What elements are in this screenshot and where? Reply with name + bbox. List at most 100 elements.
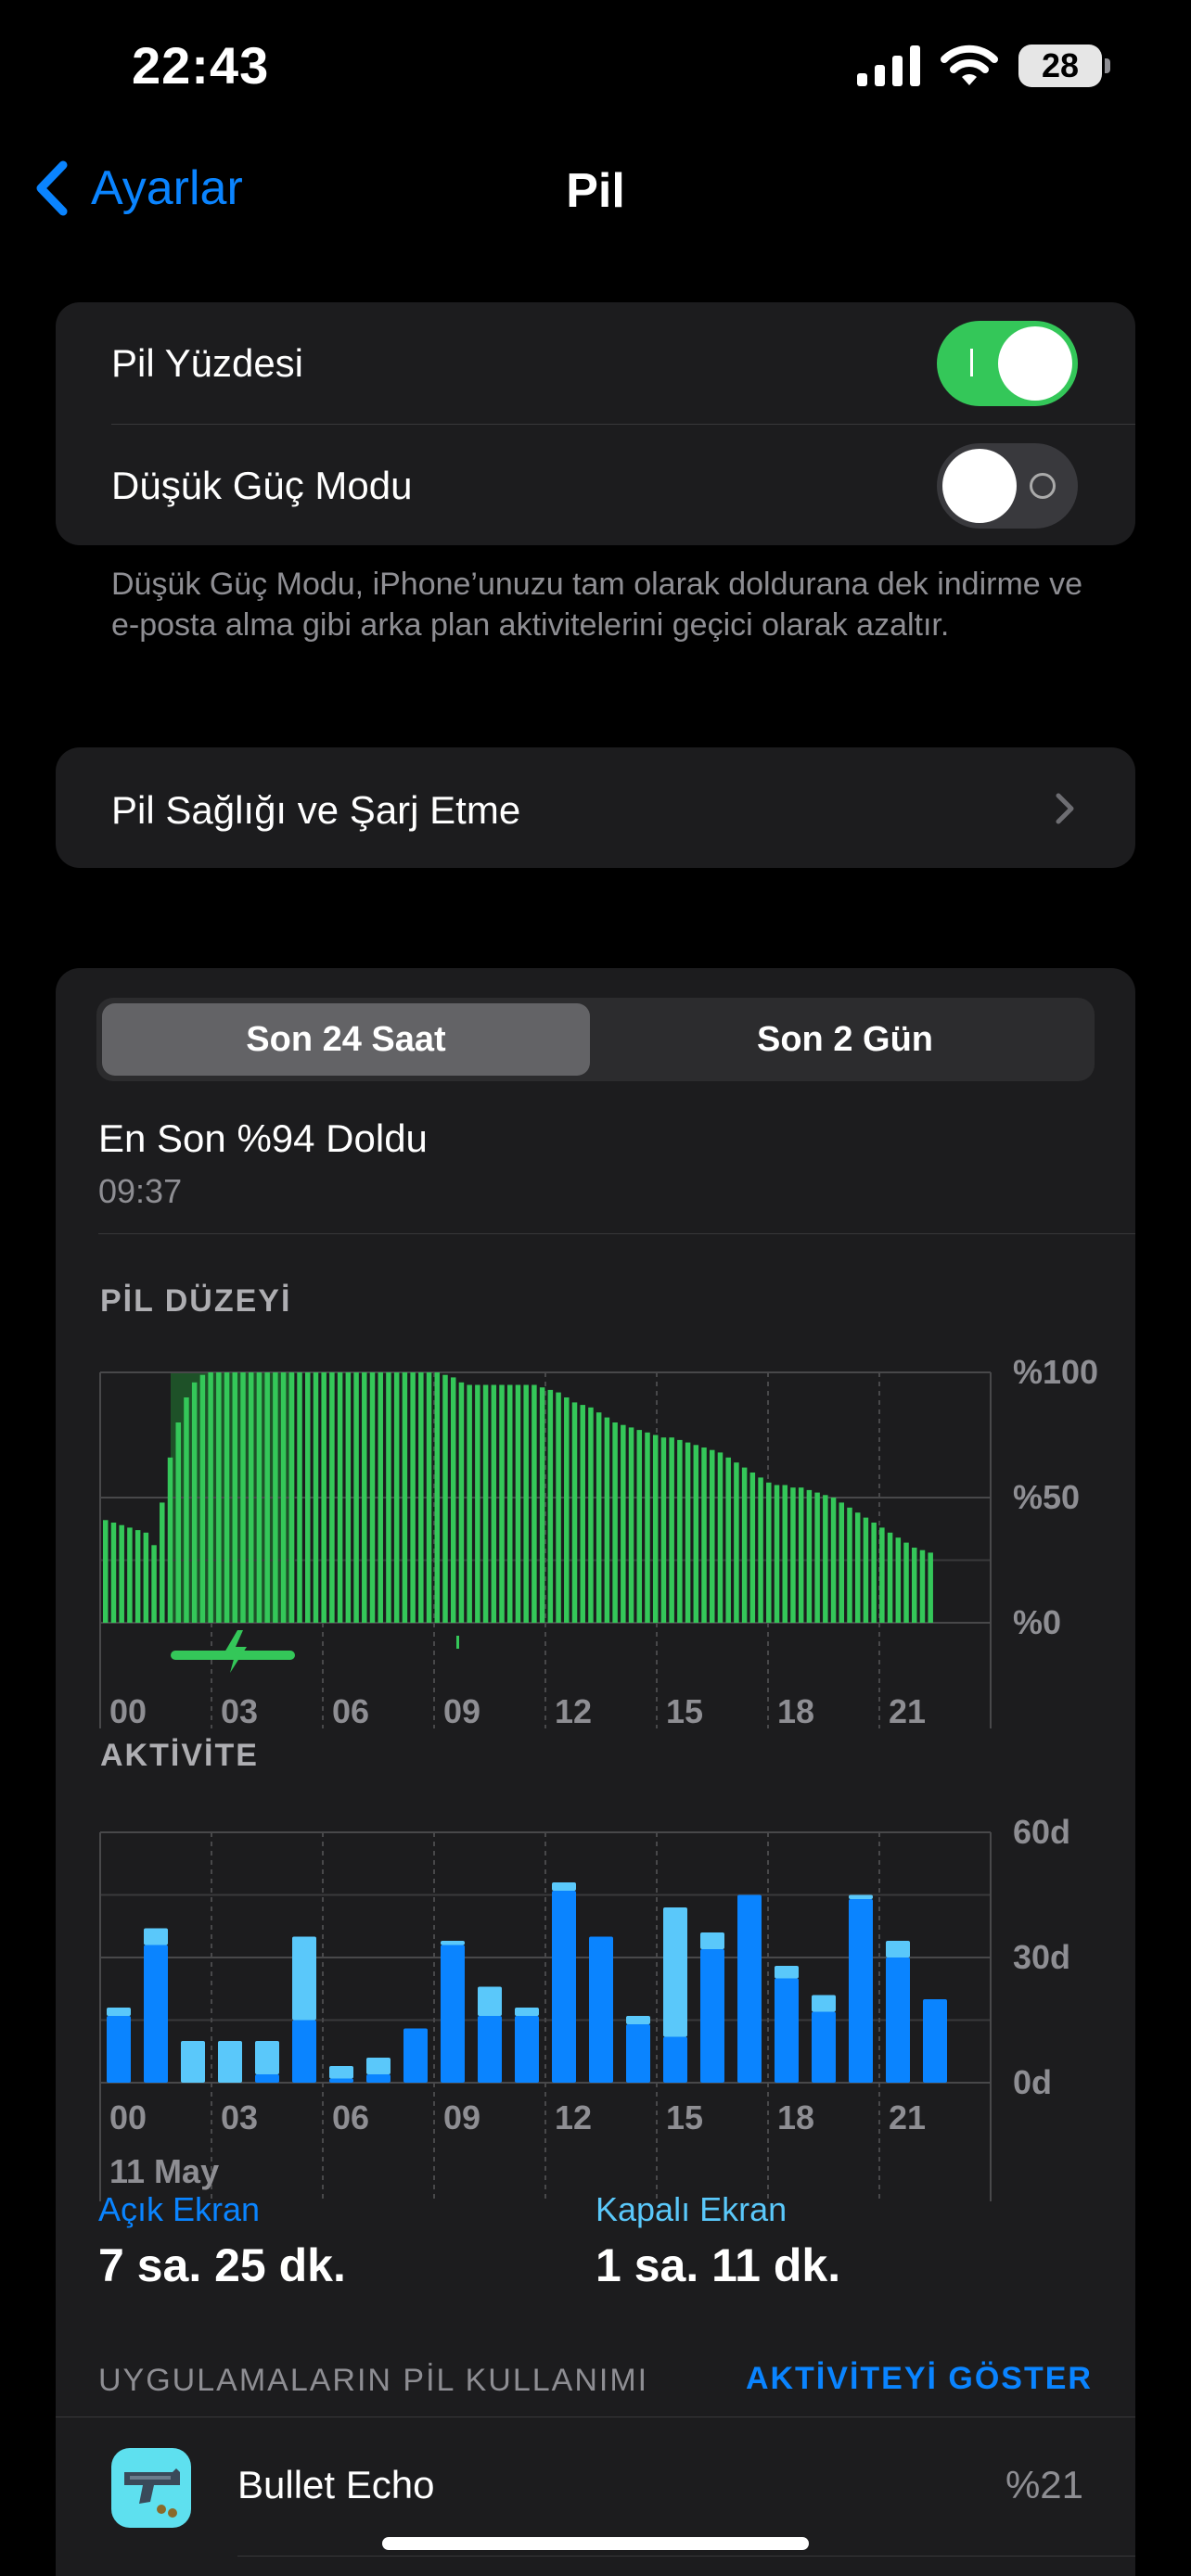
battery-level-bar (110, 1523, 117, 1623)
low-power-footnote: Düşük Güç Modu, iPhone’unuzu tam olarak … (111, 567, 1083, 643)
battery-level-bar (305, 1372, 311, 1623)
home-indicator[interactable] (382, 2537, 809, 2550)
screen-on-bar (626, 2024, 650, 2083)
screen-off-bar (478, 1986, 502, 2016)
battery-level-bar (119, 1524, 124, 1623)
status-icons: 28 (857, 45, 1110, 87)
chevron-right-icon (1056, 793, 1074, 824)
low-power-mode-toggle[interactable] (937, 443, 1078, 529)
charging-bolt-icon (224, 1630, 247, 1673)
battery-health-label: Pil Sağlığı ve Şarj Etme (111, 788, 521, 832)
screen-off-bar (218, 2041, 242, 2083)
screen-off-bar (144, 1928, 168, 1945)
screen-off-bar (515, 2008, 539, 2016)
battery-level-bar (547, 1389, 554, 1623)
battery-level-bar (313, 1372, 319, 1623)
battery-level-bar (564, 1397, 570, 1623)
screen-off-bar (663, 1907, 687, 2037)
screen-on-bar (441, 1945, 465, 2083)
battery-level-bar (442, 1374, 448, 1623)
battery-level-bar (369, 1372, 376, 1623)
screen-on-bar (144, 1945, 168, 2083)
battery-level-bar (475, 1384, 480, 1623)
screen-on-bar (700, 1949, 724, 2083)
battery-percentage-toggle[interactable] (937, 321, 1078, 406)
battery-level-bar (871, 1523, 877, 1623)
x-tick-label: 03 (221, 1692, 258, 1730)
battery-level-bar (798, 1487, 804, 1623)
battery-level-bar (839, 1502, 845, 1623)
battery-level-bar (297, 1372, 302, 1623)
battery-level-bar (749, 1473, 756, 1623)
screen-off-bar (366, 2058, 391, 2074)
app-percentage: %21 (1005, 2463, 1083, 2506)
battery-level-bar (919, 1549, 926, 1623)
show-activity-button[interactable]: AKTİVİTEYİ GÖSTER (746, 2361, 1093, 2397)
screen-on-value: 7 sa. 25 dk. (98, 2239, 346, 2291)
battery-settings-card: Pil Yüzdesi Düşük Güç Modu (56, 302, 1135, 545)
battery-level-bar (814, 1492, 820, 1623)
battery-level-bar (652, 1435, 659, 1623)
battery-level-bar (734, 1462, 739, 1623)
battery-level-bar (774, 1485, 780, 1623)
x-tick-label: 21 (889, 2098, 926, 2136)
battery-level-bar (677, 1439, 683, 1623)
battery-level-bar (450, 1377, 456, 1623)
screen-on-bar (923, 1999, 947, 2083)
toggle-off-mark-icon (1030, 473, 1056, 499)
battery-level-bar (232, 1372, 238, 1623)
screen-on-bar (663, 2036, 687, 2083)
activity-title: AKTİVİTE (100, 1738, 259, 1773)
battery-level-bar (515, 1384, 521, 1623)
battery-level-bar (539, 1387, 545, 1623)
screen-off-label: Kapalı Ekran (596, 2190, 788, 2228)
battery-level-bar (386, 1372, 391, 1623)
app-usage-header: UYGULAMALARIN PİL KULLANIMI (98, 2363, 649, 2398)
battery-level-bar (823, 1495, 828, 1623)
y-tick-label: %50 (1013, 1478, 1080, 1516)
battery-level-bar (434, 1372, 441, 1623)
battery-level-bar (685, 1442, 691, 1623)
battery-level-bar (175, 1422, 181, 1623)
time-range-segmented-control[interactable]: Son 24 Saat Son 2 Gün (96, 998, 1095, 1081)
battery-level-bar (458, 1382, 465, 1623)
row-divider (237, 2556, 1135, 2557)
screen-off-bar (329, 2066, 353, 2079)
screen-on-bar (107, 2016, 131, 2083)
battery-level-bar (636, 1430, 643, 1623)
battery-level-bar (879, 1527, 885, 1623)
battery-level-bar (669, 1437, 674, 1623)
battery-level-bar (612, 1422, 618, 1623)
x-tick-label: 09 (443, 1692, 480, 1730)
y-tick-label: 60d (1013, 1813, 1070, 1851)
battery-level-bar (143, 1532, 149, 1623)
battery-level-bar (693, 1445, 699, 1623)
x-tick-label: 15 (666, 1692, 703, 1730)
battery-level-bar (273, 1372, 278, 1623)
battery-level-bar (288, 1372, 295, 1623)
x-tick-label: 12 (555, 2098, 592, 2136)
battery-level-bar (199, 1374, 206, 1623)
screen-off-bar (849, 1894, 873, 1899)
battery-level-bar (337, 1372, 343, 1623)
battery-indicator: 28 (1018, 45, 1110, 87)
battery-health-row[interactable]: Pil Sağlığı ve Şarj Etme (56, 747, 1135, 868)
tab-last-24-hours[interactable]: Son 24 Saat (102, 1003, 590, 1076)
battery-level-bar (531, 1384, 537, 1623)
battery-usage-card: Son 24 Saat Son 2 Gün En Son %94 Doldu 0… (56, 968, 1135, 2576)
screen-on-bar (515, 2016, 539, 2083)
screen-on-bar (292, 2020, 316, 2083)
battery-level-bar (378, 1372, 383, 1623)
screen-off-bar (886, 1941, 910, 1958)
screen-on-bar (775, 1978, 799, 2083)
battery-level-bar (912, 1548, 917, 1623)
x-tick-label: 00 (109, 1692, 147, 1730)
toggle-knob (942, 449, 1017, 523)
tab-last-2-days[interactable]: Son 2 Gün (601, 1003, 1089, 1076)
bullet-echo-app-icon (111, 2448, 191, 2528)
battery-level-bar (790, 1487, 796, 1623)
battery-level-bar (928, 1552, 933, 1623)
battery-level-bar (240, 1372, 246, 1623)
battery-level-bar (127, 1527, 133, 1623)
y-tick-label: 0d (1013, 2063, 1052, 2101)
